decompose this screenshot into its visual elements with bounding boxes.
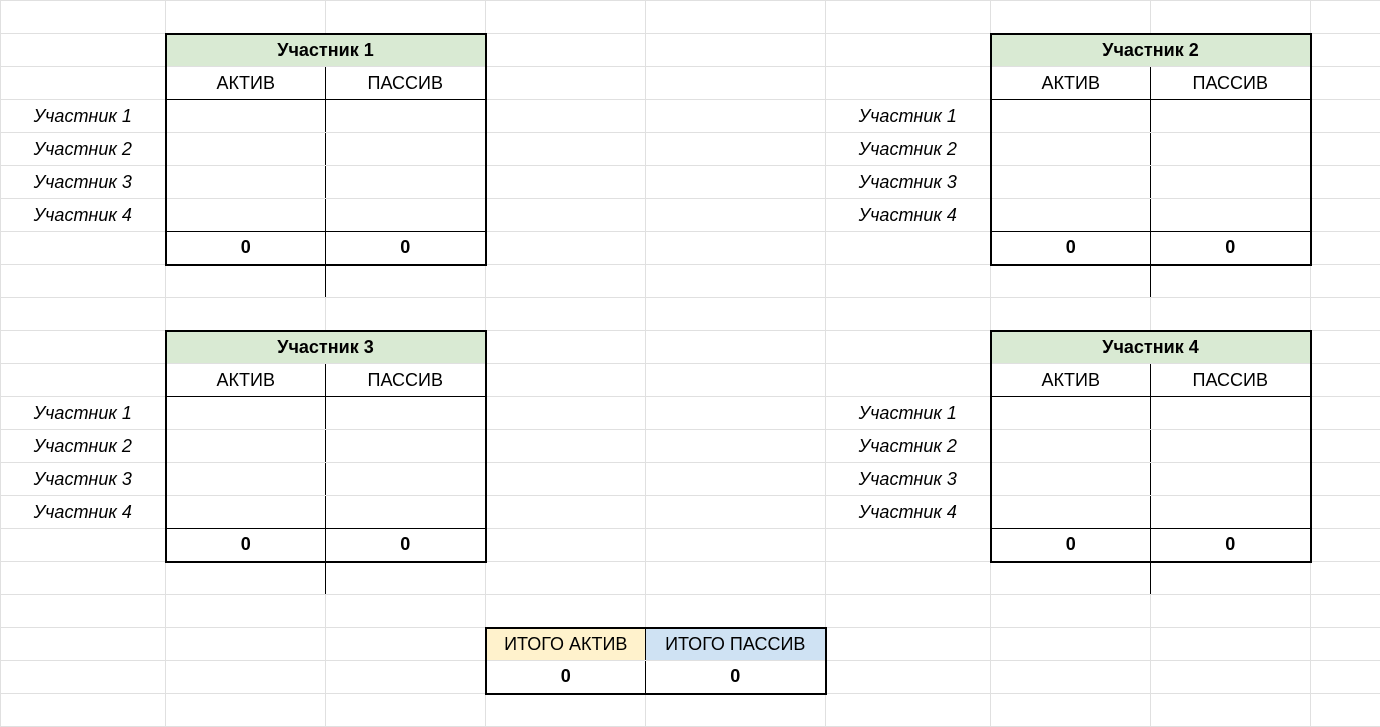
cell-liab[interactable] xyxy=(326,133,486,166)
block-title: Участник 2 xyxy=(991,34,1311,67)
col-header-asset: АКТИВ xyxy=(166,67,326,100)
row-label: Участник 2 xyxy=(1,133,166,166)
col-header-liab: ПАССИВ xyxy=(1151,67,1311,100)
row-label: Участник 3 xyxy=(1,166,166,199)
cell-liab[interactable] xyxy=(1151,463,1311,496)
sum-asset: 0 xyxy=(991,529,1151,562)
cell-liab[interactable] xyxy=(1151,100,1311,133)
block-title: Участник 3 xyxy=(166,331,486,364)
cell-liab[interactable] xyxy=(1151,397,1311,430)
cell-liab[interactable] xyxy=(326,100,486,133)
cell-asset[interactable] xyxy=(166,463,326,496)
cell-asset[interactable] xyxy=(166,496,326,529)
total-liab-label: ИТОГО ПАССИВ xyxy=(646,628,826,661)
row-label: Участник 4 xyxy=(1,496,166,529)
cell-liab[interactable] xyxy=(326,199,486,232)
col-header-asset: АКТИВ xyxy=(991,67,1151,100)
cell-asset[interactable] xyxy=(991,100,1151,133)
cell-asset[interactable] xyxy=(991,463,1151,496)
cell-asset[interactable] xyxy=(991,496,1151,529)
row-label: Участник 4 xyxy=(826,496,991,529)
row-label: Участник 1 xyxy=(826,397,991,430)
total-asset-label: ИТОГО АКТИВ xyxy=(486,628,646,661)
col-header-liab: ПАССИВ xyxy=(326,67,486,100)
cell-liab[interactable] xyxy=(326,463,486,496)
sum-asset: 0 xyxy=(991,232,1151,265)
cell-asset[interactable] xyxy=(166,199,326,232)
sum-liab: 0 xyxy=(1151,232,1311,265)
cell-asset[interactable] xyxy=(991,166,1151,199)
row-label: Участник 1 xyxy=(1,397,166,430)
cell-asset[interactable] xyxy=(991,133,1151,166)
sum-liab: 0 xyxy=(326,529,486,562)
cell-asset[interactable] xyxy=(166,397,326,430)
cell-asset[interactable] xyxy=(991,430,1151,463)
cell-asset[interactable] xyxy=(166,430,326,463)
col-header-asset: АКТИВ xyxy=(991,364,1151,397)
cell-liab[interactable] xyxy=(326,166,486,199)
cell-liab[interactable] xyxy=(1151,199,1311,232)
cell-liab[interactable] xyxy=(326,430,486,463)
row-label: Участник 4 xyxy=(1,199,166,232)
cell-asset[interactable] xyxy=(166,100,326,133)
row-label: Участник 3 xyxy=(1,463,166,496)
sum-liab: 0 xyxy=(326,232,486,265)
spreadsheet: Участник 1 Участник 2 АКТИВ ПАССИВ АКТИВ… xyxy=(0,0,1380,727)
row-label: Участник 2 xyxy=(1,430,166,463)
cell-asset[interactable] xyxy=(991,199,1151,232)
block-title: Участник 4 xyxy=(991,331,1311,364)
sum-asset: 0 xyxy=(166,232,326,265)
cell-liab[interactable] xyxy=(326,496,486,529)
col-header-liab: ПАССИВ xyxy=(326,364,486,397)
sum-asset: 0 xyxy=(166,529,326,562)
col-header-liab: ПАССИВ xyxy=(1151,364,1311,397)
cell-liab[interactable] xyxy=(1151,166,1311,199)
cell-liab[interactable] xyxy=(1151,496,1311,529)
row-label: Участник 2 xyxy=(826,430,991,463)
col-header-asset: АКТИВ xyxy=(166,364,326,397)
cell-liab[interactable] xyxy=(326,397,486,430)
row-label: Участник 3 xyxy=(826,463,991,496)
total-asset-value: 0 xyxy=(486,661,646,694)
total-liab-value: 0 xyxy=(646,661,826,694)
row-label: Участник 1 xyxy=(1,100,166,133)
cell-asset[interactable] xyxy=(991,397,1151,430)
cell-liab[interactable] xyxy=(1151,430,1311,463)
row-label: Участник 3 xyxy=(826,166,991,199)
sum-liab: 0 xyxy=(1151,529,1311,562)
cell-liab[interactable] xyxy=(1151,133,1311,166)
row-label: Участник 4 xyxy=(826,199,991,232)
row-label: Участник 1 xyxy=(826,100,991,133)
block-title: Участник 1 xyxy=(166,34,486,67)
row-label: Участник 2 xyxy=(826,133,991,166)
cell-asset[interactable] xyxy=(166,166,326,199)
cell-asset[interactable] xyxy=(166,133,326,166)
